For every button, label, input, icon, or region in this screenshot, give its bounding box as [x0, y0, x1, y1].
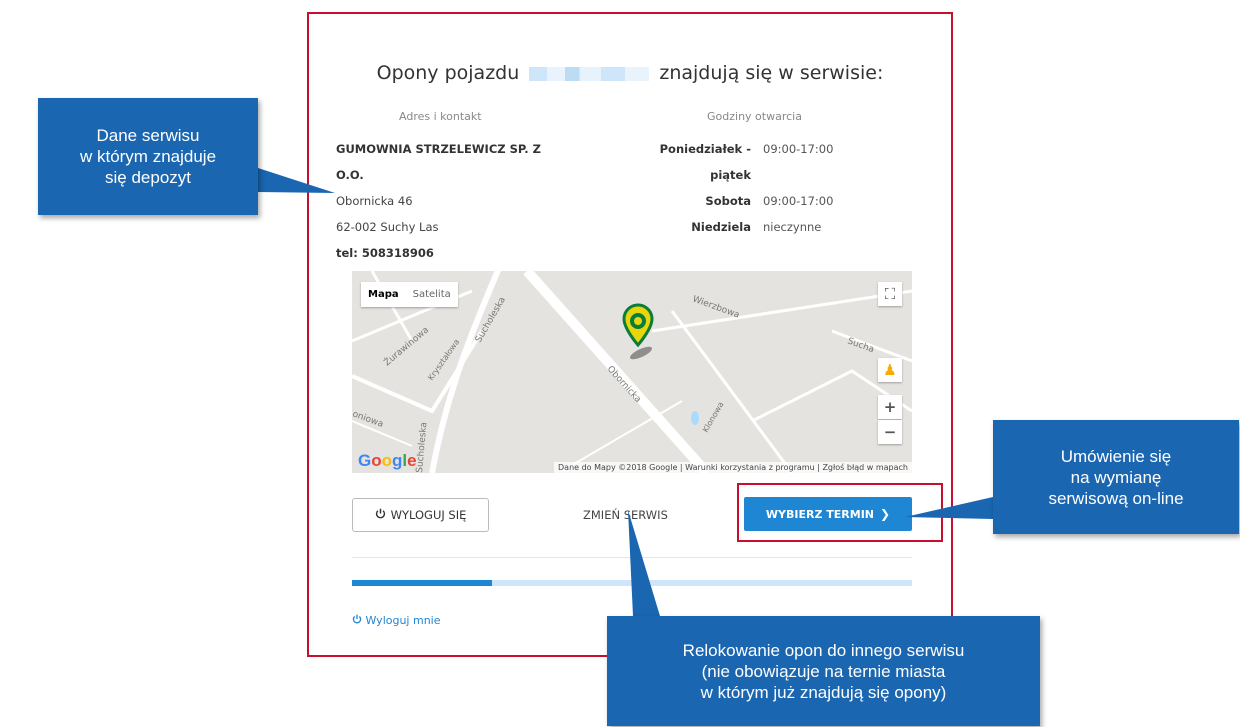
- service-city: 62-002 Suchy Las: [336, 220, 439, 234]
- progress-bar: [352, 580, 912, 586]
- service-name-line1: GUMOWNIA STRZELEWICZ SP. Z: [336, 142, 541, 156]
- hours-time: 09:00-17:00: [763, 194, 834, 208]
- callout-online-booking: Umówienie się na wymianę serwisową on-li…: [993, 420, 1239, 534]
- address-block: GUMOWNIA STRZELEWICZ SP. Z O.O. Obornick…: [336, 136, 581, 266]
- map-tab[interactable]: Mapa: [361, 282, 406, 307]
- choose-date-button[interactable]: WYBIERZ TERMIN ❯: [744, 497, 912, 531]
- callout-relocation: Relokowanie opon do innego serwisu (nie …: [607, 616, 1040, 726]
- progress-fill: [352, 580, 492, 586]
- divider: [352, 557, 912, 558]
- satellite-tab[interactable]: Satelita: [406, 282, 458, 307]
- chevron-right-icon: ❯: [880, 507, 891, 521]
- hours-day: Poniedziałek - piątek: [659, 142, 751, 182]
- hours-day: Niedziela: [691, 220, 751, 234]
- google-logo: Google: [358, 451, 417, 470]
- change-service-link[interactable]: ZMIEŃ SERWIS: [583, 508, 668, 522]
- redacted-plate: [529, 66, 650, 81]
- service-panel: Opony pojazdu znajdują się w serwisie: A…: [307, 12, 953, 657]
- map-type-switch[interactable]: Mapa Satelita: [361, 282, 458, 307]
- zoom-out-icon[interactable]: −: [878, 420, 902, 444]
- hours-row: Sobota 09:00-17:00: [619, 188, 833, 214]
- power-icon: [375, 508, 386, 522]
- choose-date-label: WYBIERZ TERMIN: [765, 507, 875, 521]
- logout-label: WYLOGUJ SIĘ: [390, 508, 467, 522]
- hours-time: nieczynne: [763, 220, 822, 234]
- service-street: Obornicka 46: [336, 194, 413, 208]
- hours-heading: Godziny otwarcia: [707, 110, 802, 123]
- logout-link[interactable]: Wyloguj mnie: [352, 614, 441, 627]
- hours-day: Sobota: [705, 194, 751, 208]
- page-title: Opony pojazdu znajdują się w serwisie:: [309, 62, 951, 84]
- logout-link-label: Wyloguj mnie: [365, 614, 441, 627]
- power-icon: [352, 614, 366, 627]
- service-name-line2: O.O.: [336, 168, 364, 182]
- title-prefix: Opony pojazdu: [376, 62, 520, 84]
- service-map[interactable]: Żurawinowa Kryształowa Sucholeska Oborni…: [352, 271, 912, 473]
- title-suffix: znajdują się w serwisie:: [659, 62, 884, 84]
- address-heading: Adres i kontakt: [399, 110, 482, 123]
- hours-time: 09:00-17:00: [763, 142, 834, 156]
- logout-button[interactable]: WYLOGUJ SIĘ: [352, 498, 489, 532]
- pegman-icon[interactable]: ♟: [878, 358, 902, 382]
- map-attribution[interactable]: Dane do Mapy ©2018 Google | Warunki korz…: [554, 462, 912, 473]
- service-phone: tel: 508318906: [336, 246, 434, 260]
- fullscreen-icon[interactable]: ⛶: [878, 282, 902, 306]
- zoom-in-icon[interactable]: +: [878, 395, 902, 419]
- opening-hours: Poniedziałek - piątek 09:00-17:00 Sobota…: [619, 136, 834, 240]
- hours-row: Niedziela nieczynne: [619, 214, 833, 240]
- callout-service-data: Dane serwisu w którym znajduje się depoz…: [38, 98, 258, 215]
- hours-row: Poniedziałek - piątek 09:00-17:00: [619, 136, 834, 188]
